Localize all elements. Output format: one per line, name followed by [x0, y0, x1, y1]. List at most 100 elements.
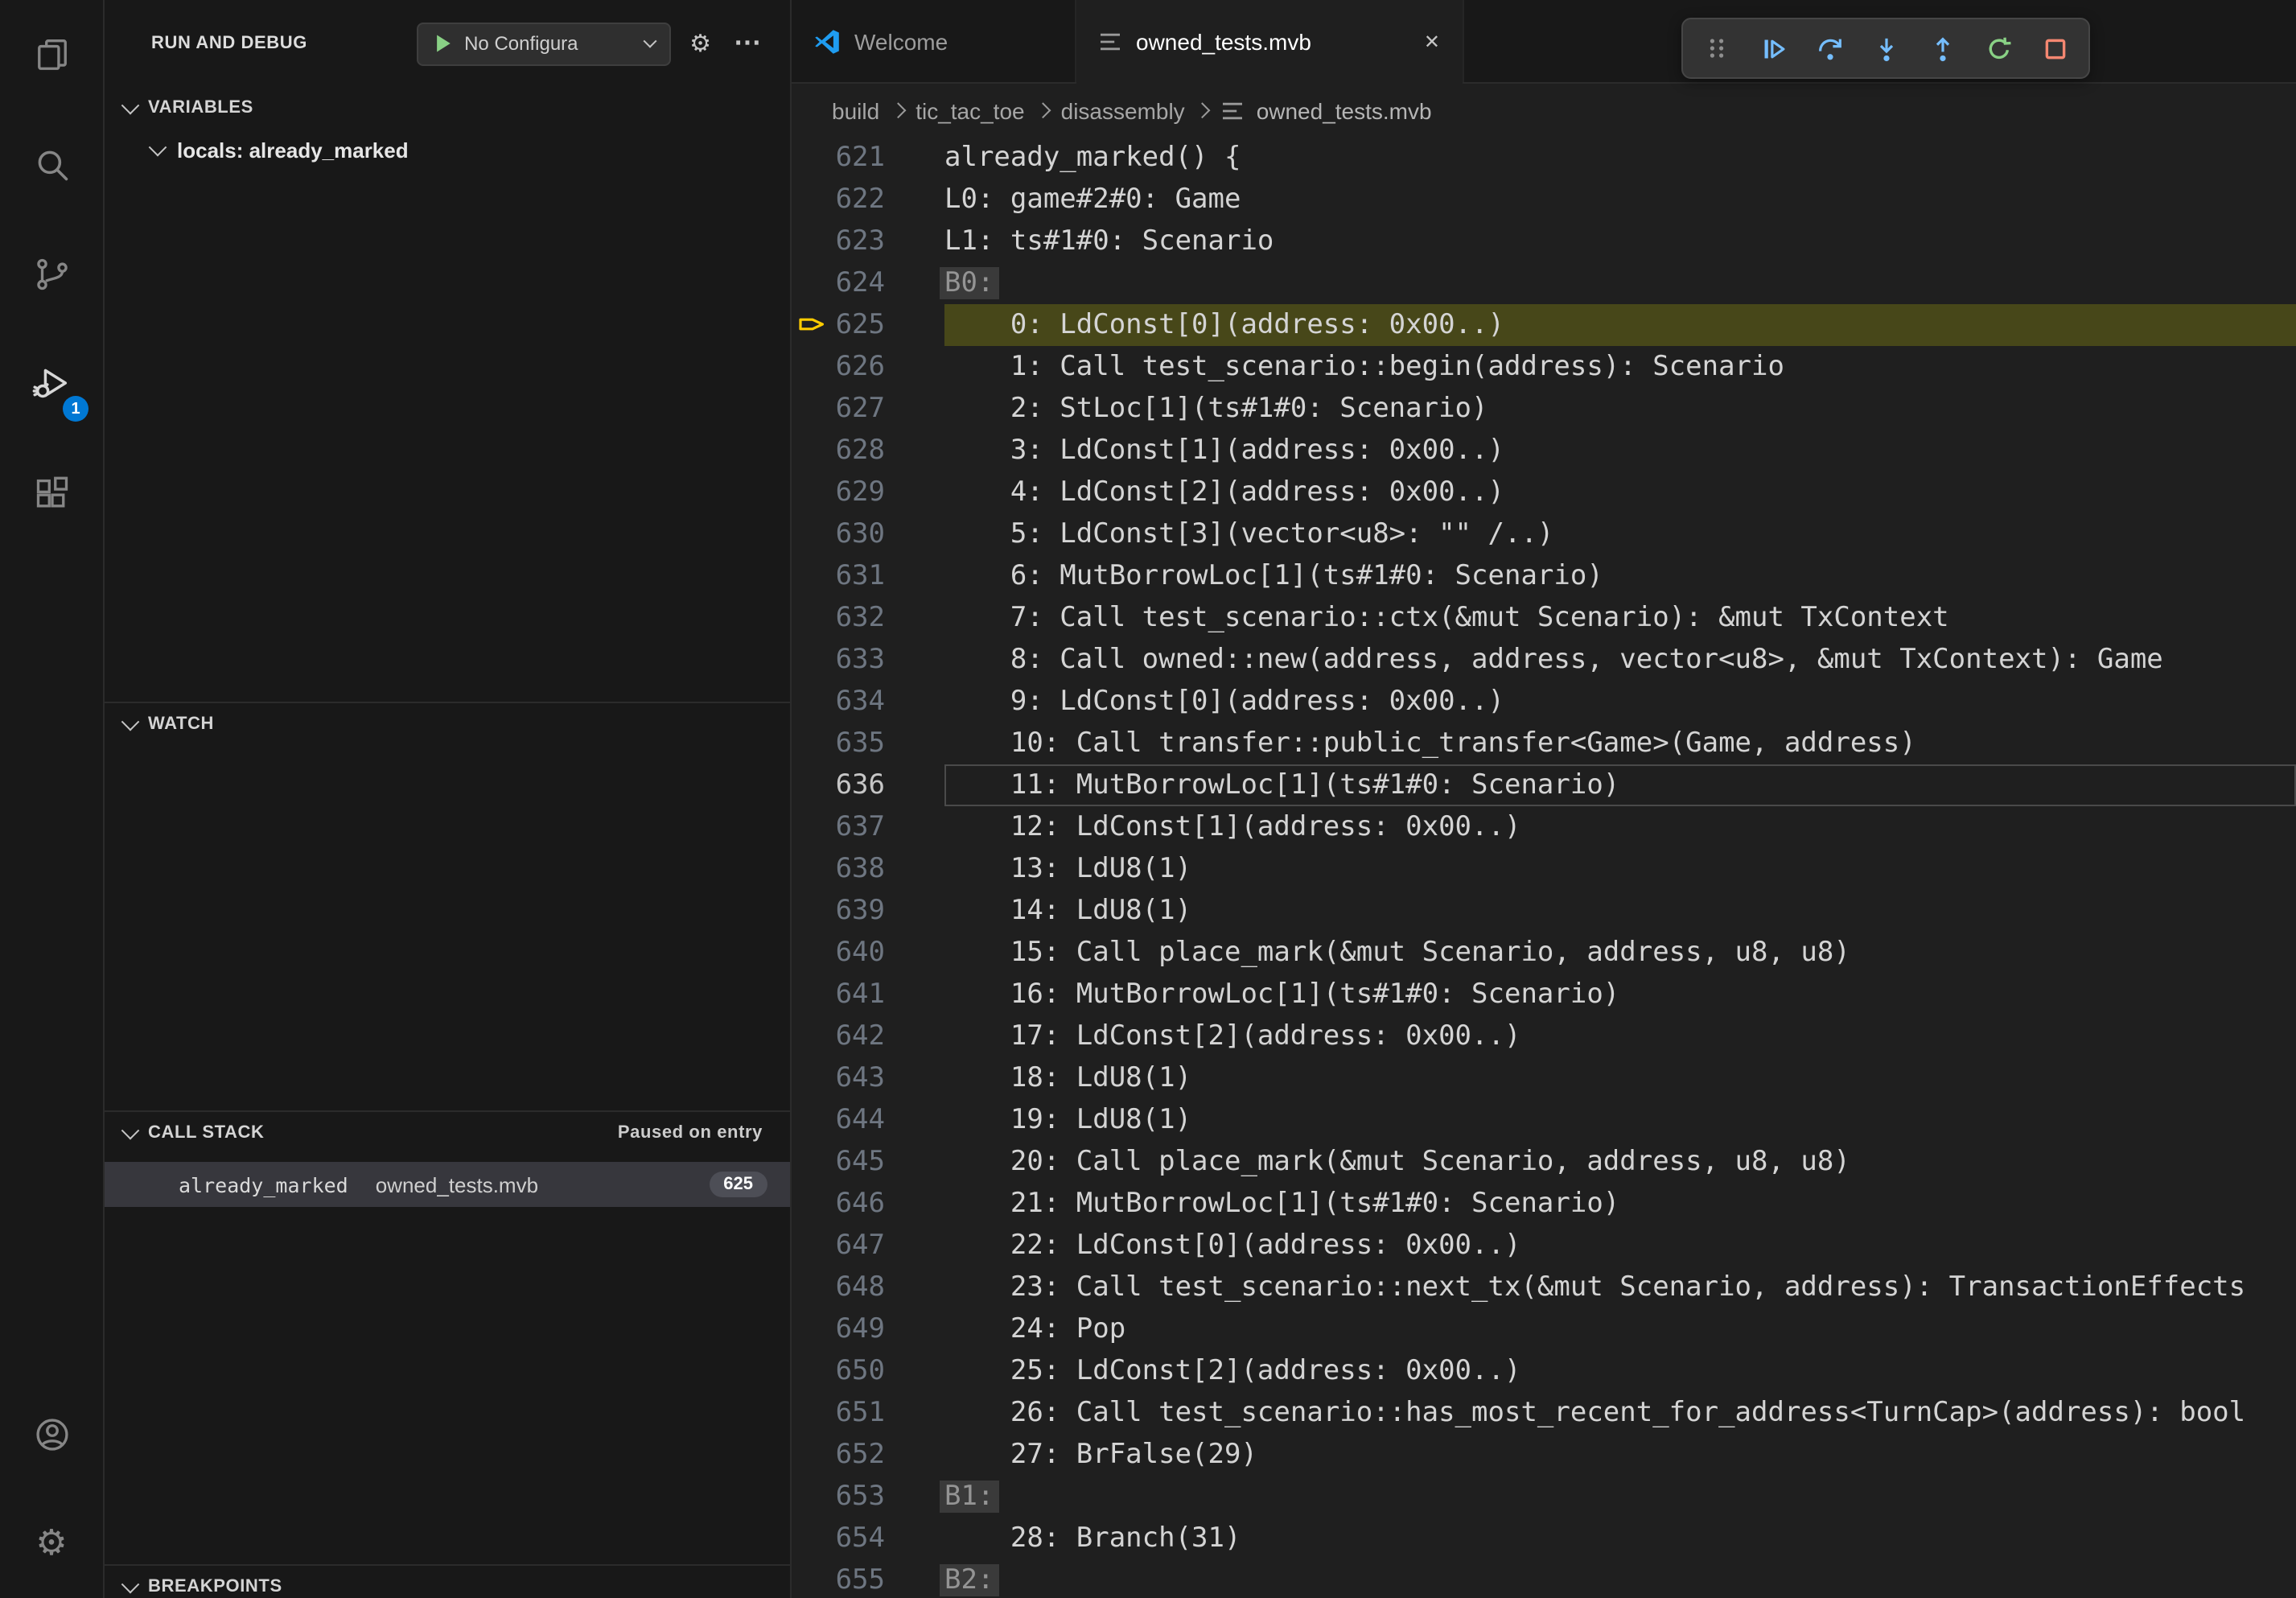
variables-section-header[interactable]: VARIABLES — [105, 87, 790, 129]
close-icon[interactable]: ✕ — [1424, 30, 1440, 52]
code-line[interactable]: 635 10: Call transfer::public_transfer<G… — [792, 723, 2296, 764]
code-line[interactable]: 650 25: LdConst[2](address: 0x00..) — [792, 1350, 2296, 1392]
launch-settings-gear-icon[interactable]: ⚙ — [689, 29, 711, 58]
line-number-gutter[interactable]: 649 — [792, 1308, 944, 1350]
run-and-debug-icon[interactable]: 1 — [0, 328, 103, 438]
line-number-gutter[interactable]: 640 — [792, 932, 944, 974]
line-number-gutter[interactable]: 633 — [792, 639, 944, 681]
continue-icon[interactable] — [1746, 23, 1800, 74]
step-over-icon[interactable] — [1802, 23, 1857, 74]
code-line[interactable]: 621already_marked() { — [792, 137, 2296, 179]
line-number-gutter[interactable]: 628 — [792, 430, 944, 472]
code-line[interactable]: 654 28: Branch(31) — [792, 1518, 2296, 1559]
code-line[interactable]: 628 3: LdConst[1](address: 0x00..) — [792, 430, 2296, 472]
line-number-gutter[interactable]: 621 — [792, 137, 944, 179]
line-number-gutter[interactable]: 622 — [792, 179, 944, 220]
line-number-gutter[interactable]: 654 — [792, 1518, 944, 1559]
breadcrumb-item[interactable]: tic_tac_toe — [916, 97, 1024, 123]
code-line[interactable]: 645 20: Call place_mark(&mut Scenario, a… — [792, 1141, 2296, 1183]
breadcrumb-file[interactable]: owned_tests.mvb — [1257, 97, 1432, 123]
code-line[interactable]: 638 13: LdU8(1) — [792, 848, 2296, 890]
line-number-gutter[interactable]: 638 — [792, 848, 944, 890]
source-control-icon[interactable] — [0, 219, 103, 328]
code-line[interactable]: 652 27: BrFalse(29) — [792, 1434, 2296, 1476]
code-line[interactable]: 641 16: MutBorrowLoc[1](ts#1#0: Scenario… — [792, 974, 2296, 1015]
debug-config-dropdown[interactable]: No Configura — [416, 22, 670, 65]
code-line[interactable]: 640 15: Call place_mark(&mut Scenario, a… — [792, 932, 2296, 974]
restart-icon[interactable] — [1971, 23, 2026, 74]
code-line[interactable]: 653B1: — [792, 1476, 2296, 1518]
code-line[interactable]: 639 14: LdU8(1) — [792, 890, 2296, 932]
start-debug-icon[interactable] — [432, 32, 453, 55]
code-line[interactable]: 637 12: LdConst[1](address: 0x00..) — [792, 806, 2296, 848]
tab-welcome[interactable]: Welcome — [792, 0, 1076, 82]
line-number-gutter[interactable]: 630 — [792, 513, 944, 555]
breakpoints-section-header[interactable]: BREAKPOINTS — [105, 1566, 790, 1598]
line-number-gutter[interactable]: 636 — [792, 764, 944, 806]
code-line[interactable]: 625 0: LdConst[0](address: 0x00..) — [792, 304, 2296, 346]
extensions-icon[interactable] — [0, 438, 103, 547]
line-number-gutter[interactable]: 639 — [792, 890, 944, 932]
line-number-gutter[interactable]: 626 — [792, 346, 944, 388]
stack-frame-row[interactable]: already_marked owned_tests.mvb 625 — [105, 1162, 790, 1207]
line-number-gutter[interactable]: 655 — [792, 1559, 944, 1598]
breadcrumb-item[interactable]: disassembly — [1061, 97, 1185, 123]
line-number-gutter[interactable]: 645 — [792, 1141, 944, 1183]
code-line[interactable]: 648 23: Call test_scenario::next_tx(&mut… — [792, 1266, 2296, 1308]
code-editor[interactable]: 621already_marked() {622L0: game#2#0: Ga… — [792, 137, 2296, 1598]
line-number-gutter[interactable]: 643 — [792, 1057, 944, 1099]
code-line[interactable]: 644 19: LdU8(1) — [792, 1099, 2296, 1141]
breadcrumb-item[interactable]: build — [832, 97, 879, 123]
code-line[interactable]: 651 26: Call test_scenario::has_most_rec… — [792, 1392, 2296, 1434]
line-number-gutter[interactable]: 624 — [792, 262, 944, 304]
stop-icon[interactable] — [2027, 23, 2082, 74]
line-number-gutter[interactable]: 629 — [792, 472, 944, 513]
line-number-gutter[interactable]: 635 — [792, 723, 944, 764]
code-line[interactable]: 655B2: — [792, 1559, 2296, 1598]
code-line[interactable]: 647 22: LdConst[0](address: 0x00..) — [792, 1225, 2296, 1266]
code-line[interactable]: 636 11: MutBorrowLoc[1](ts#1#0: Scenario… — [792, 764, 2296, 806]
code-line[interactable]: 631 6: MutBorrowLoc[1](ts#1#0: Scenario) — [792, 555, 2296, 597]
code-line[interactable]: 630 5: LdConst[3](vector<u8>: "" /..) — [792, 513, 2296, 555]
code-line[interactable]: 643 18: LdU8(1) — [792, 1057, 2296, 1099]
line-number-gutter[interactable]: 648 — [792, 1266, 944, 1308]
search-icon[interactable] — [0, 109, 103, 219]
step-out-icon[interactable] — [1915, 23, 1969, 74]
line-number-gutter[interactable]: 642 — [792, 1015, 944, 1057]
code-line[interactable]: 624B0: — [792, 262, 2296, 304]
call-stack-section-header[interactable]: CALL STACK Paused on entry — [105, 1112, 790, 1154]
line-number-gutter[interactable]: 637 — [792, 806, 944, 848]
watch-section-header[interactable]: WATCH — [105, 703, 790, 745]
step-into-icon[interactable] — [1858, 23, 1913, 74]
line-number-gutter[interactable]: 647 — [792, 1225, 944, 1266]
code-line[interactable]: 632 7: Call test_scenario::ctx(&mut Scen… — [792, 597, 2296, 639]
settings-gear-icon[interactable]: ⚙ — [0, 1489, 103, 1598]
line-number-gutter[interactable]: 651 — [792, 1392, 944, 1434]
drag-handle-icon[interactable] — [1689, 23, 1744, 74]
line-number-gutter[interactable]: 652 — [792, 1434, 944, 1476]
tab-owned-tests[interactable]: owned_tests.mvb ✕ — [1076, 0, 1464, 82]
code-line[interactable]: 626 1: Call test_scenario::begin(address… — [792, 346, 2296, 388]
line-number-gutter[interactable]: 631 — [792, 555, 944, 597]
line-number-gutter[interactable]: 644 — [792, 1099, 944, 1141]
code-line[interactable]: 634 9: LdConst[0](address: 0x00..) — [792, 681, 2296, 723]
line-number-gutter[interactable]: 632 — [792, 597, 944, 639]
code-line[interactable]: 649 24: Pop — [792, 1308, 2296, 1350]
code-line[interactable]: 646 21: MutBorrowLoc[1](ts#1#0: Scenario… — [792, 1183, 2296, 1225]
line-number-gutter[interactable]: 653 — [792, 1476, 944, 1518]
code-line[interactable]: 622L0: game#2#0: Game — [792, 179, 2296, 220]
line-number-gutter[interactable]: 634 — [792, 681, 944, 723]
line-number-gutter[interactable]: 650 — [792, 1350, 944, 1392]
files-explorer-icon[interactable] — [0, 0, 103, 109]
code-line[interactable]: 623L1: ts#1#0: Scenario — [792, 220, 2296, 262]
line-number-gutter[interactable]: 623 — [792, 220, 944, 262]
code-line[interactable]: 629 4: LdConst[2](address: 0x00..) — [792, 472, 2296, 513]
code-line[interactable]: 633 8: Call owned::new(address, address,… — [792, 639, 2296, 681]
code-line[interactable]: 642 17: LdConst[2](address: 0x00..) — [792, 1015, 2296, 1057]
line-number-gutter[interactable]: 627 — [792, 388, 944, 430]
line-number-gutter[interactable]: 641 — [792, 974, 944, 1015]
code-line[interactable]: 627 2: StLoc[1](ts#1#0: Scenario) — [792, 388, 2296, 430]
line-number-gutter[interactable]: 646 — [792, 1183, 944, 1225]
locals-scope-row[interactable]: locals: already_marked — [105, 129, 790, 171]
line-number-gutter[interactable]: 625 — [792, 304, 944, 346]
